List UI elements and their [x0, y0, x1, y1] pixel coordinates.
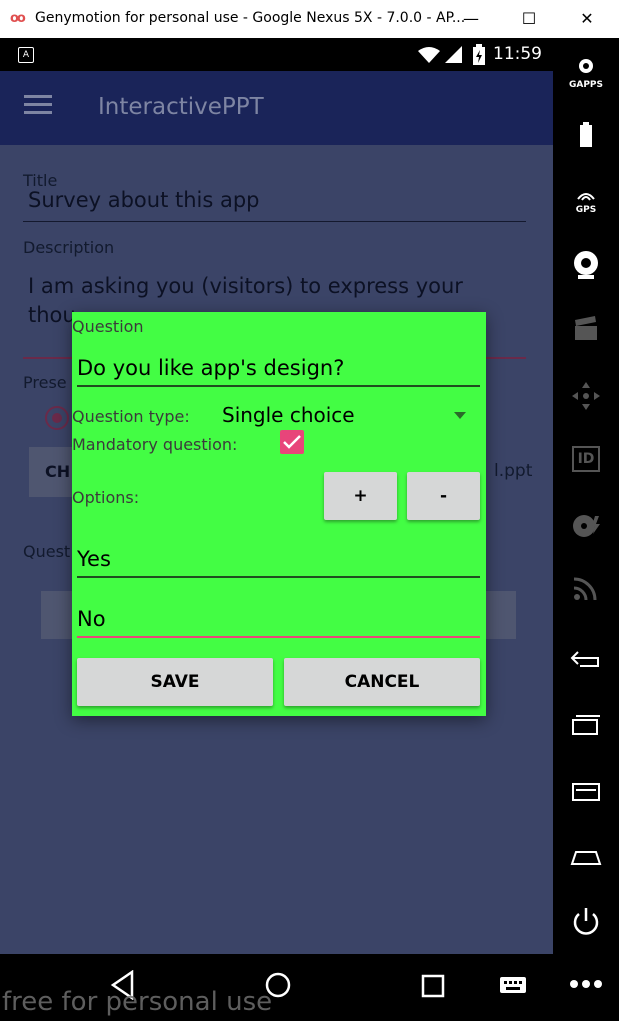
gps-icon [577, 193, 595, 201]
back-arrow-icon [570, 651, 599, 667]
gapps-label: GAPPS [568, 80, 604, 90]
window-title: Genymotion for personal use - Google Nex… [35, 10, 466, 26]
more-dots-icon [570, 980, 602, 988]
question-field[interactable] [77, 348, 480, 388]
menu-icon [572, 783, 600, 801]
option-field-2[interactable] [77, 599, 480, 639]
recent-apps-key-button[interactable] [553, 714, 619, 740]
description-line-1[interactable]: I am asking you (visitors) to express yo… [28, 274, 463, 298]
option-input-1[interactable] [77, 539, 480, 579]
cancel-button[interactable]: CANCEL [284, 658, 480, 706]
question-type-label: Question type: [72, 407, 190, 426]
description-label: Description [23, 238, 115, 257]
home-key-button[interactable] [553, 846, 619, 872]
status-clock: 11:59 [493, 44, 542, 64]
minimize-button[interactable]: — [456, 6, 486, 32]
rss-icon [573, 577, 597, 601]
question-underline [77, 385, 480, 387]
power-icon [573, 908, 599, 935]
question-label: Question [72, 317, 144, 336]
mandatory-checkbox[interactable] [280, 430, 304, 454]
wifi-icon [418, 47, 440, 63]
questions-label: Quest [23, 542, 71, 561]
home-icon [570, 851, 602, 865]
app-title: InteractivePPT [98, 94, 264, 120]
disk-icon [573, 515, 600, 537]
option-field-1[interactable] [77, 539, 480, 579]
battery-button[interactable] [553, 122, 619, 152]
question-input[interactable] [77, 348, 480, 388]
genymotion-logo: oo [10, 11, 26, 26]
more-options-button[interactable] [553, 974, 619, 993]
dropdown-arrow-icon [454, 412, 466, 419]
dpad-icon [572, 382, 600, 410]
question-type-value: Single choice [222, 403, 355, 427]
keyboard-icon[interactable] [498, 970, 528, 1000]
add-option-button[interactable]: + [324, 472, 397, 520]
watermark-text: free for personal use [2, 987, 273, 1017]
cell-signal-icon [445, 46, 462, 63]
device-id-button[interactable]: ID [553, 446, 619, 472]
webcam-button[interactable] [553, 250, 619, 284]
network-button[interactable] [553, 574, 619, 606]
disk-io-button[interactable] [553, 512, 619, 544]
recent-apps-icon [572, 715, 600, 735]
description-line-2[interactable]: thou [28, 303, 76, 327]
options-label: Options: [72, 488, 140, 507]
webcam-icon [574, 251, 598, 279]
media-button[interactable] [553, 316, 619, 346]
remove-option-button[interactable]: - [407, 472, 480, 520]
file-name-text: l.ppt [494, 461, 533, 481]
title-field[interactable]: Survey about this app [28, 188, 260, 212]
back-key-button[interactable] [553, 648, 619, 674]
mandatory-label: Mandatory question: [72, 435, 238, 454]
question-dialog: Question Question type: Single choice Ma… [72, 312, 486, 716]
option-underline-1 [77, 576, 480, 578]
maximize-button[interactable]: ☐ [514, 6, 544, 32]
close-window-button[interactable]: ✕ [572, 6, 602, 32]
gapps-button[interactable]: GAPPS [553, 58, 619, 90]
app-bar: InteractivePPT [0, 71, 553, 145]
hamburger-menu-icon[interactable] [24, 95, 52, 119]
battery-icon [580, 122, 592, 147]
gps-label: GPS [575, 205, 597, 215]
checkmark-icon [283, 435, 301, 449]
android-status-bar: A 11:59 [0, 38, 553, 71]
emulator-toolbar: GAPPS GPS ID [553, 38, 619, 1021]
window-titlebar: oo Genymotion for personal use - Google … [0, 0, 619, 38]
title-underline [23, 221, 526, 222]
presentation-label: Prese [23, 373, 67, 392]
option-input-2[interactable] [77, 599, 480, 639]
save-button[interactable]: SAVE [77, 658, 273, 706]
notification-icon: A [18, 47, 34, 63]
battery-charging-icon [473, 44, 485, 65]
question-type-select[interactable]: Single choice [222, 402, 466, 430]
presentation-radio[interactable] [45, 406, 69, 430]
id-icon: ID [572, 446, 600, 472]
clapperboard-icon [575, 316, 597, 340]
power-button[interactable] [553, 906, 619, 942]
dpad-button[interactable] [553, 380, 619, 416]
menu-key-button[interactable] [553, 780, 619, 806]
nav-recents-icon[interactable] [421, 970, 445, 1000]
gapps-icon [579, 59, 593, 73]
option-underline-2 [77, 636, 480, 638]
gps-button[interactable]: GPS [553, 186, 619, 215]
